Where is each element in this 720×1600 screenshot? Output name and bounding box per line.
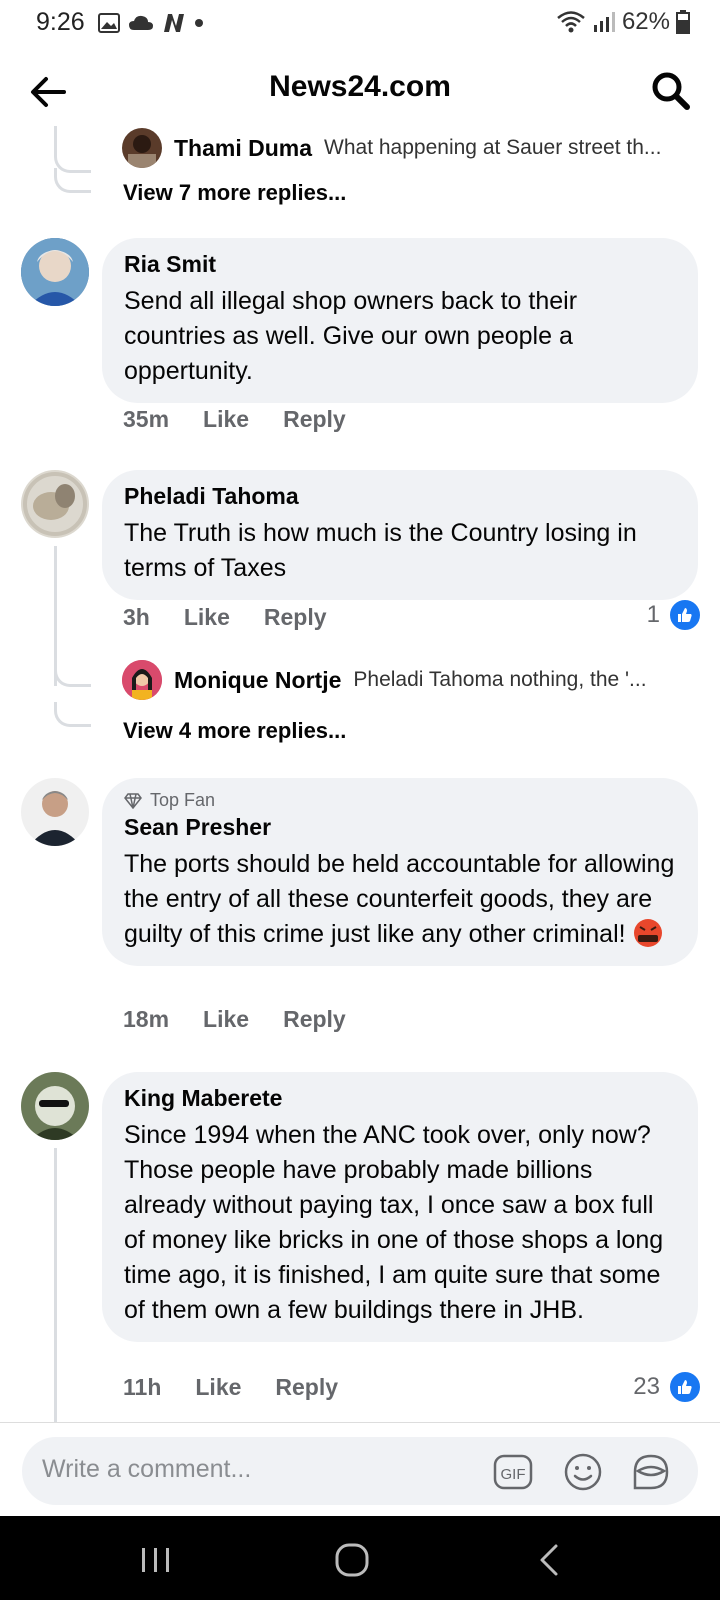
thumbs-up-icon [668,1370,702,1404]
comment-timestamp: 11h [123,1374,162,1400]
angry-face-emoji [633,919,662,947]
comment-input[interactable]: Write a comment... GIF [22,1437,698,1505]
thread-line [54,1148,57,1422]
like-count: 23 [633,1373,660,1400]
comment-text: Since 1994 when the ANC took over, only … [124,1121,664,1324]
comment-author[interactable]: Pheladi Tahoma [124,482,678,510]
avatar[interactable] [122,660,162,700]
view-more-replies-link[interactable]: View 4 more replies... [123,718,346,744]
reply-button[interactable]: Reply [283,1006,346,1033]
comment-bubble[interactable]: Pheladi Tahoma The Truth is how much is … [102,470,698,600]
sticker-icon[interactable] [630,1451,672,1493]
diamond-icon [124,792,142,809]
thumbs-up-icon [668,598,702,632]
avatar[interactable] [122,128,162,168]
like-button[interactable]: Like [203,406,249,433]
back-nav-icon[interactable] [530,1540,570,1580]
comment-text-content: The ports should be held accountable for… [124,850,675,948]
reply-author[interactable]: Thami Duma [174,135,312,162]
avatar[interactable] [21,1072,89,1140]
comment-bubble[interactable]: Top Fan Sean Presher The ports should be… [102,778,698,966]
comment-actions: 11h Like Reply [123,1374,338,1401]
notification-icons [98,12,204,34]
page-title: News24.com [269,70,451,103]
reply-button[interactable]: Reply [275,1374,338,1401]
status-time: 9:26 [36,8,85,36]
reply-preview[interactable]: Monique Nortje Pheladi Tahoma nothing, t… [122,660,702,700]
thread-connector [54,168,91,193]
comment-bubble[interactable]: King Maberete Since 1994 when the ANC to… [102,1072,698,1342]
signal-icon [593,12,615,32]
system-navigation-bar [0,1516,720,1600]
avatar[interactable] [21,238,89,306]
comments-feed[interactable]: Thami Duma What happening at Sauer stree… [0,126,720,1422]
dot-icon [195,19,203,27]
reply-button[interactable]: Reply [264,604,327,631]
battery-percent: 62% [621,8,670,35]
like-count: 1 [646,601,660,628]
reply-preview[interactable]: Thami Duma What happening at Sauer stree… [122,128,702,168]
comment-composer: Write a comment... GIF [0,1422,720,1515]
comment-author[interactable]: Sean Presher [124,813,678,841]
wifi-icon [557,11,585,33]
gallery-icon [98,13,120,33]
comment-actions: 35m Like Reply [123,406,346,433]
like-button[interactable]: Like [203,1006,249,1033]
thread-connector [54,662,91,687]
reply-text: What happening at Sauer street th... [324,136,662,159]
gif-label: GIF [501,1466,526,1483]
comment-actions: 18m Like Reply [123,1006,346,1033]
news-app-icon [164,14,184,32]
comment-actions: 3h Like Reply [123,604,327,631]
reply-text: Pheladi Tahoma nothing, the '... [353,668,647,691]
avatar[interactable] [21,778,89,846]
comment-timestamp: 35m [123,406,170,432]
top-fan-badge: Top Fan [124,790,678,811]
comment-text: The Truth is how much is the Country los… [124,519,637,582]
reply-author[interactable]: Monique Nortje [174,667,341,694]
avatar[interactable] [21,470,89,538]
comment-timestamp: 18m [123,1006,170,1032]
home-icon[interactable] [332,1540,372,1580]
comment-timestamp: 3h [123,604,150,630]
like-button[interactable]: Like [195,1374,241,1401]
comment-text: The ports should be held accountable for… [124,847,678,952]
view-more-replies-link[interactable]: View 7 more replies... [123,180,346,206]
battery-icon [676,10,690,34]
comment-input-placeholder: Write a comment... [42,1455,252,1483]
recent-apps-icon[interactable] [136,1540,176,1580]
comment-author[interactable]: King Maberete [124,1084,678,1112]
reaction-count[interactable]: 1 [647,598,702,632]
comment-author[interactable]: Ria Smit [124,250,678,278]
system-icons: 62% [556,8,690,36]
status-bar: 9:26 62% [0,0,720,46]
gif-icon[interactable]: GIF [492,1451,534,1493]
cloud-icon [129,15,153,30]
comment-text: Send all illegal shop owners back to the… [124,287,578,385]
emoji-icon[interactable] [562,1451,604,1493]
like-button[interactable]: Like [184,604,230,631]
reaction-count[interactable]: 23 [633,1370,702,1404]
app-bar: News24.com [0,56,720,126]
top-fan-label: Top Fan [150,790,216,810]
thread-connector [54,702,91,727]
comment-bubble[interactable]: Ria Smit Send all illegal shop owners ba… [102,238,698,403]
search-icon[interactable] [648,68,692,112]
reply-button[interactable]: Reply [283,406,346,433]
